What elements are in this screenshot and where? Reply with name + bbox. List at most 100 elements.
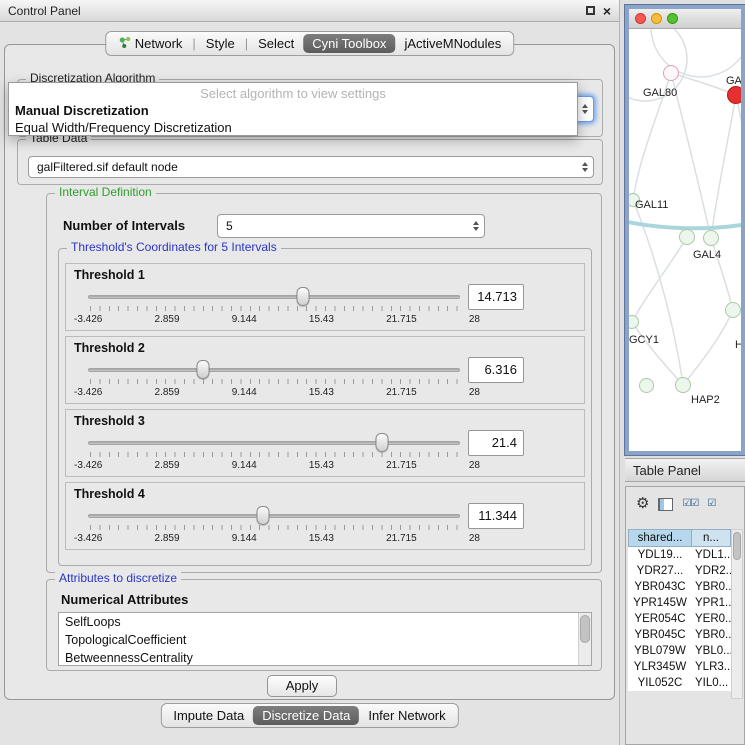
- threshold-value-field[interactable]: 14.713: [468, 284, 524, 310]
- scrollbar-thumb[interactable]: [580, 615, 590, 643]
- slider-scale: -3.426 2.859 9.144 15.43 21.715 28: [74, 460, 480, 471]
- table-row[interactable]: YBL079W YBL0...: [628, 643, 731, 659]
- tab-cyni-toolbox[interactable]: Cyni Toolbox: [303, 34, 395, 53]
- threshold-value-field[interactable]: 21.4: [468, 430, 524, 456]
- columns-icon[interactable]: [658, 498, 673, 511]
- cell-name: YBL0...: [692, 643, 731, 659]
- scale-tick-label: 2.859: [155, 314, 180, 325]
- attribute-list-item[interactable]: BetweennessCentrality: [59, 649, 591, 666]
- popup-option-manual-discretization[interactable]: Manual Discretization: [9, 101, 577, 119]
- scale-tick-label: -3.426: [74, 533, 102, 544]
- network-node-label: GCY1: [629, 334, 659, 346]
- network-node[interactable]: [639, 378, 654, 393]
- number-of-intervals-combobox[interactable]: 5: [217, 214, 485, 238]
- minimize-traffic-light-icon[interactable]: [651, 13, 662, 24]
- network-node-label: GAL11: [635, 199, 668, 211]
- popup-option-equal-width-frequency[interactable]: Equal Width/Frequency Discretization: [9, 119, 577, 136]
- threshold-panel: Threshold 1 -3.426 2.859 9.144: [65, 263, 585, 331]
- cell-shared-name: YBR043C: [628, 579, 692, 595]
- slider-scale: -3.426 2.859 9.144 15.43 21.715 28: [74, 387, 480, 398]
- tab-select[interactable]: Select: [249, 34, 303, 53]
- float-window-icon[interactable]: [586, 6, 595, 15]
- threshold-slider[interactable]: -3.426 2.859 9.144 15.43 21.715 28: [88, 428, 460, 474]
- tab-label: Discretize Data: [262, 708, 350, 723]
- close-icon[interactable]: ×: [603, 4, 611, 18]
- attribute-items: SelfLoops TopologicalCoefficient Between…: [59, 613, 591, 666]
- combo-value: galFiltered.sif default node: [37, 160, 178, 174]
- network-node[interactable]: [679, 229, 695, 245]
- numerical-attributes-list[interactable]: SelfLoops TopologicalCoefficient Between…: [58, 612, 592, 666]
- scale-tick-label: 15.43: [309, 533, 334, 544]
- network-node[interactable]: [727, 86, 741, 104]
- table-rows: YDL19... YDL1... YDR27... YDR2... YBR043…: [628, 547, 731, 691]
- interval-definition-group: Interval Definition Number of Intervals …: [46, 193, 602, 573]
- network-icon: [118, 36, 131, 52]
- attribute-list-item[interactable]: SelfLoops: [59, 613, 591, 631]
- threshold-value-field[interactable]: 6.316: [468, 357, 524, 383]
- slider-handle[interactable]: [197, 360, 210, 379]
- tab-discretize-data[interactable]: Discretize Data: [253, 706, 359, 725]
- table-data-combobox[interactable]: galFiltered.sif default node: [28, 156, 594, 178]
- tab-jactivemnodules[interactable]: jActiveMNodules: [395, 34, 510, 53]
- threshold-slider[interactable]: -3.426 2.859 9.144 15.43 21.715 28: [88, 282, 460, 328]
- column-header-name[interactable]: n...: [692, 529, 731, 547]
- network-view-window: GAL80 GA GAL11 GAL4 GCY1 HAP2 H: [625, 5, 745, 455]
- combo-spinner-icon: [582, 104, 588, 114]
- slider-handle[interactable]: [375, 433, 388, 452]
- select-all-icon[interactable]: ☑☑: [682, 496, 698, 512]
- network-node[interactable]: [663, 65, 679, 81]
- table-row[interactable]: YLR345W YLR3...: [628, 659, 731, 675]
- tab-impute-data[interactable]: Impute Data: [164, 706, 253, 725]
- scale-tick-label: 21.715: [386, 387, 417, 398]
- apply-button[interactable]: Apply: [267, 675, 337, 697]
- threshold-value-field[interactable]: 11.344: [468, 503, 524, 529]
- network-node[interactable]: [725, 302, 741, 318]
- threshold-slider[interactable]: -3.426 2.859 9.144 15.43 21.715 28: [88, 355, 460, 401]
- table-row[interactable]: YBR043C YBR0...: [628, 579, 731, 595]
- tab-label: Network: [135, 36, 183, 51]
- table-row[interactable]: YBR045C YBR0...: [628, 627, 731, 643]
- zoom-traffic-light-icon[interactable]: [667, 13, 678, 24]
- algorithm-dropdown-popup: Select algorithm to view settings Manual…: [8, 82, 578, 136]
- table-header-row: shared... n...: [628, 529, 731, 547]
- threshold-slider[interactable]: -3.426 2.859 9.144 15.43 21.715 28: [88, 501, 460, 547]
- control-panel-titlebar: Control Panel ×: [0, 0, 619, 22]
- table-panel-header: Table Panel: [625, 458, 745, 482]
- selection-mode-icon[interactable]: ☑: [707, 496, 715, 512]
- scale-tick-label: 9.144: [232, 314, 257, 325]
- slider-scale: -3.426 2.859 9.144 15.43 21.715 28: [74, 314, 480, 325]
- table-row[interactable]: YDR27... YDR2...: [628, 563, 731, 579]
- table-row[interactable]: YDL19... YDL1...: [628, 547, 731, 563]
- scrollbar-thumb[interactable]: [733, 532, 741, 560]
- table-row[interactable]: YPR145W YPR1...: [628, 595, 731, 611]
- scale-tick-label: 2.859: [155, 387, 180, 398]
- table-scrollbar[interactable]: [731, 529, 743, 699]
- cell-shared-name: YDL19...: [628, 547, 692, 563]
- combo-spinner-icon: [473, 221, 479, 231]
- column-header-shared-name[interactable]: shared...: [628, 529, 692, 547]
- tab-style[interactable]: Style: [197, 34, 244, 53]
- table-panel: ⚙ ☑☑ ☑ shared... n... YDL19... YDL1... Y: [625, 486, 745, 745]
- attribute-list-item[interactable]: TopologicalCoefficient: [59, 631, 591, 649]
- table-row[interactable]: YER054C YER0...: [628, 611, 731, 627]
- network-canvas[interactable]: GAL80 GA GAL11 GAL4 GCY1 HAP2 H: [629, 29, 741, 450]
- tab-network[interactable]: Network: [109, 34, 192, 54]
- threshold-label: Threshold 2: [74, 341, 145, 355]
- scale-tick-label: 21.715: [386, 533, 417, 544]
- panel-title: Control Panel: [8, 4, 81, 18]
- slider-handle[interactable]: [256, 506, 269, 525]
- settings-gear-icon[interactable]: ⚙: [636, 496, 649, 512]
- tab-infer-network[interactable]: Infer Network: [359, 706, 454, 725]
- list-scrollbar[interactable]: [578, 613, 591, 665]
- cell-name: YDR2...: [692, 563, 731, 579]
- cell-name: YPR1...: [692, 595, 731, 611]
- close-traffic-light-icon[interactable]: [635, 13, 646, 24]
- scale-tick-label: -3.426: [74, 314, 102, 325]
- network-node[interactable]: [703, 230, 719, 246]
- table-row[interactable]: YIL052C YIL0...: [628, 675, 731, 691]
- network-node[interactable]: [675, 377, 691, 393]
- window-controls: ×: [586, 4, 611, 18]
- slider-handle[interactable]: [296, 287, 309, 306]
- threshold-panel: Threshold 2 -3.426 2.859 9.144: [65, 336, 585, 404]
- numerical-attributes-label: Numerical Attributes: [61, 592, 188, 607]
